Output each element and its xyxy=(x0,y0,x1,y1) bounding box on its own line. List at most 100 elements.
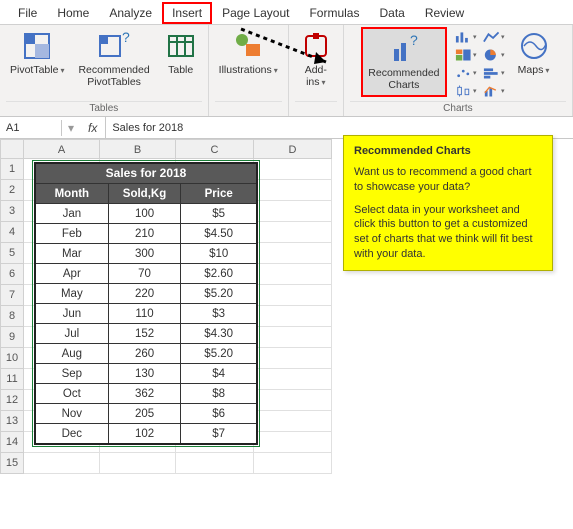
row-header[interactable]: 15 xyxy=(0,453,24,474)
table-cell: $7 xyxy=(181,423,256,443)
tab-formulas[interactable]: Formulas xyxy=(299,2,369,24)
cell[interactable] xyxy=(254,243,332,264)
cell[interactable] xyxy=(254,369,332,390)
table-cell: Nov xyxy=(36,403,109,423)
table-header: Sold,Kg xyxy=(109,183,182,203)
tooltip-text: Select data in your worksheet and click … xyxy=(354,203,542,262)
cell[interactable] xyxy=(254,264,332,285)
table-row[interactable]: Jul152$4.30 xyxy=(36,323,256,343)
table-cell: Aug xyxy=(36,343,109,363)
name-box[interactable]: A1 xyxy=(0,120,62,136)
row-header[interactable]: 5 xyxy=(0,243,24,264)
select-all-corner[interactable] xyxy=(0,139,24,159)
column-header[interactable]: A xyxy=(24,139,100,159)
namebox-dropdown-icon[interactable]: ▾ xyxy=(62,121,80,135)
bar-chart-icon[interactable] xyxy=(483,65,505,81)
table-header-row: Month Sold,Kg Price xyxy=(36,183,256,203)
table-cell: Jan xyxy=(36,203,109,223)
tab-file[interactable]: File xyxy=(8,2,47,24)
table-cell: 102 xyxy=(109,423,182,443)
table-row[interactable]: Sep130$4 xyxy=(36,363,256,383)
table-button[interactable]: Table xyxy=(160,27,202,79)
cell[interactable] xyxy=(100,453,176,474)
cell[interactable] xyxy=(254,222,332,243)
group-tables-label: Tables xyxy=(6,101,202,115)
column-header[interactable]: C xyxy=(176,139,254,159)
row-header[interactable]: 3 xyxy=(0,201,24,222)
tab-insert[interactable]: Insert xyxy=(162,2,212,24)
table-row[interactable]: Feb210$4.50 xyxy=(36,223,256,243)
table-title: Sales for 2018 xyxy=(36,164,256,183)
table-row[interactable]: Apr70$2.60 xyxy=(36,263,256,283)
formula-input[interactable]: Sales for 2018 xyxy=(106,120,573,136)
cell[interactable] xyxy=(254,390,332,411)
cell[interactable] xyxy=(176,453,254,474)
table-row[interactable]: Nov205$6 xyxy=(36,403,256,423)
row-header[interactable]: 4 xyxy=(0,222,24,243)
fx-icon[interactable]: fx xyxy=(80,117,106,138)
table-row[interactable]: Dec102$7 xyxy=(36,423,256,443)
pivottable-button[interactable]: PivotTable xyxy=(6,27,68,79)
table-row[interactable]: Aug260$5.20 xyxy=(36,343,256,363)
recommended-pivottables-button[interactable]: ? Recommended PivotTables xyxy=(74,27,153,91)
cell[interactable] xyxy=(24,453,100,474)
table-cell: Jul xyxy=(36,323,109,343)
cell[interactable] xyxy=(254,348,332,369)
tab-data[interactable]: Data xyxy=(369,2,414,24)
table-cell: $5 xyxy=(181,203,256,223)
table-cell: $3 xyxy=(181,303,256,323)
cell[interactable] xyxy=(254,432,332,453)
table-row[interactable]: May220$5.20 xyxy=(36,283,256,303)
line-chart-icon[interactable] xyxy=(483,29,505,45)
row-header[interactable]: 2 xyxy=(0,180,24,201)
tab-analyze[interactable]: Analyze xyxy=(99,2,162,24)
cell[interactable] xyxy=(254,201,332,222)
scatter-chart-icon[interactable] xyxy=(455,65,477,81)
maps-button[interactable]: Maps xyxy=(513,27,555,79)
tab-page-layout[interactable]: Page Layout xyxy=(212,2,299,24)
illustrations-button[interactable]: Illustrations xyxy=(215,27,282,79)
statistic-chart-icon[interactable] xyxy=(455,83,477,99)
column-header[interactable]: B xyxy=(100,139,176,159)
cell[interactable] xyxy=(254,453,332,474)
cell[interactable] xyxy=(254,180,332,201)
recommended-charts-button[interactable]: ? Recommended Charts xyxy=(364,30,443,94)
column-chart-icon[interactable] xyxy=(455,29,477,45)
table-row[interactable]: Oct362$8 xyxy=(36,383,256,403)
row-header[interactable]: 11 xyxy=(0,369,24,390)
group-tables: PivotTable ? Recommended PivotTables Tab… xyxy=(0,25,209,116)
row-header[interactable]: 6 xyxy=(0,264,24,285)
illustrations-label: Illustrations xyxy=(219,64,278,76)
table-row[interactable]: Jun110$3 xyxy=(36,303,256,323)
tab-review[interactable]: Review xyxy=(415,2,474,24)
cell[interactable] xyxy=(254,327,332,348)
pie-chart-icon[interactable] xyxy=(483,47,505,63)
selected-data-table[interactable]: Sales for 2018 Month Sold,Kg Price Jan10… xyxy=(34,162,258,445)
table-row[interactable]: Jan100$5 xyxy=(36,203,256,223)
row-header[interactable]: 1 xyxy=(0,159,24,180)
table-cell: 300 xyxy=(109,243,182,263)
table-row[interactable]: Mar300$10 xyxy=(36,243,256,263)
row-header[interactable]: 10 xyxy=(0,348,24,369)
row-header[interactable]: 8 xyxy=(0,306,24,327)
combo-chart-icon[interactable] xyxy=(483,83,505,99)
cell[interactable] xyxy=(254,285,332,306)
cell[interactable] xyxy=(254,306,332,327)
column-header[interactable]: D xyxy=(254,139,332,159)
table-cell: 152 xyxy=(109,323,182,343)
row-header[interactable]: 12 xyxy=(0,390,24,411)
addins-button[interactable]: Add- ins xyxy=(295,27,337,91)
cell[interactable] xyxy=(254,159,332,180)
table-cell: $10 xyxy=(181,243,256,263)
cell[interactable] xyxy=(254,411,332,432)
table-cell: $4.30 xyxy=(181,323,256,343)
row-header[interactable]: 7 xyxy=(0,285,24,306)
row-header[interactable]: 14 xyxy=(0,432,24,453)
tab-home[interactable]: Home xyxy=(47,2,99,24)
row-header[interactable]: 13 xyxy=(0,411,24,432)
table-cell: $4 xyxy=(181,363,256,383)
maps-icon xyxy=(518,30,550,62)
table-cell: Apr xyxy=(36,263,109,283)
hierarchy-chart-icon[interactable] xyxy=(455,47,477,63)
row-header[interactable]: 9 xyxy=(0,327,24,348)
